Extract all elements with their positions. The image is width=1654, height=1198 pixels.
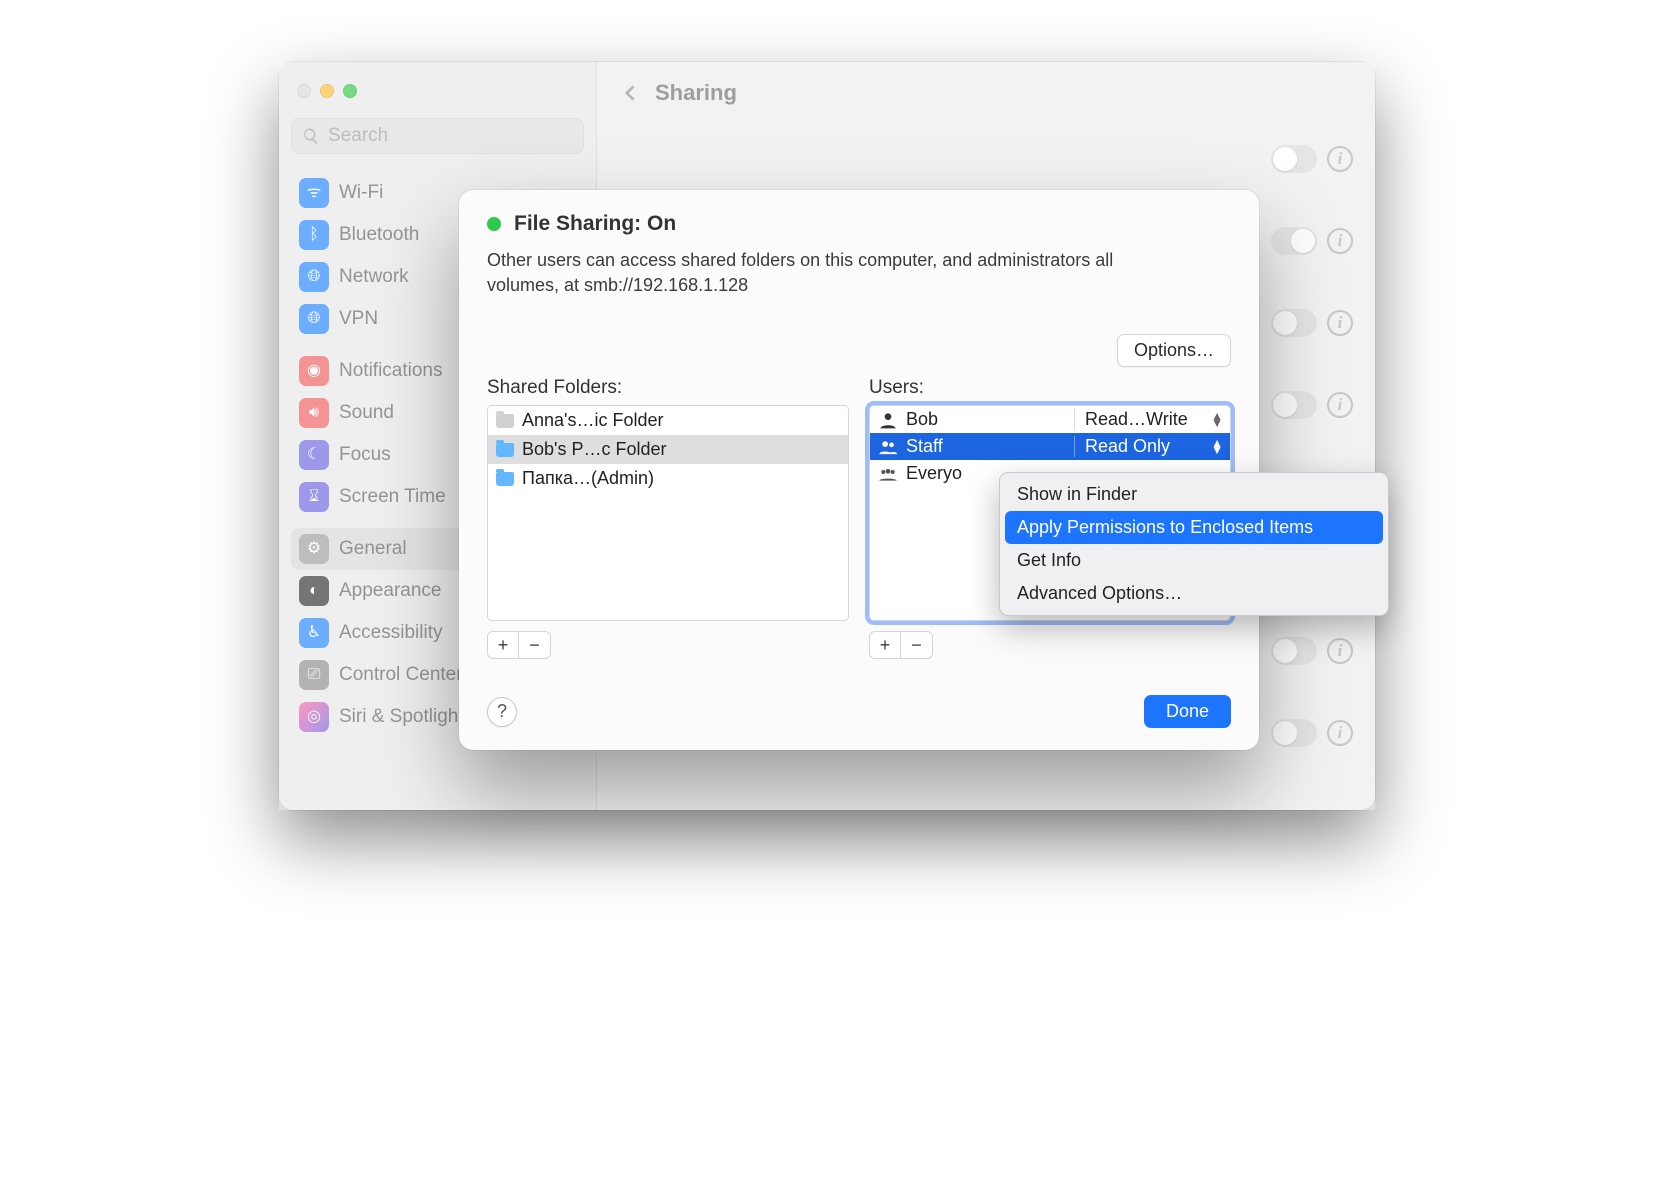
sidebar-item-label: Wi-Fi [339,181,383,206]
file-sharing-sheet: File Sharing: On Other users can access … [459,190,1259,750]
folder-add-remove: + − [487,631,849,659]
page-title: Sharing [655,80,737,106]
folder-row[interactable]: Anna's…ic Folder [488,406,848,435]
back-icon[interactable] [621,83,641,103]
menu-item-show-in-finder[interactable]: Show in Finder [1005,478,1383,511]
sidebar-item-label: Appearance [339,579,441,604]
folder-icon [496,443,514,457]
permission-dropdown[interactable]: Read Only ▲▼ [1074,436,1222,457]
add-user-button[interactable]: + [869,631,901,659]
toggle[interactable] [1271,309,1317,337]
user-add-remove: + − [869,631,1231,659]
permission-dropdown[interactable]: Read…Write ▲▼ [1074,409,1222,430]
folder-name: Anna's…ic Folder [522,410,664,431]
user-row[interactable]: Bob Read…Write ▲▼ [870,406,1230,433]
sidebar-item-label: Notifications [339,359,443,384]
bluetooth-icon: ᛒ [299,220,329,250]
info-button[interactable]: i [1327,392,1353,418]
toggle[interactable] [1271,227,1317,255]
sidebar-item-label: Control Center [339,663,463,688]
bell-icon: ◉ [299,356,329,386]
user-name: Staff [906,436,943,457]
siri-icon: ◎ [299,702,329,732]
sheet-title-text: File Sharing: On [514,212,676,236]
sidebar-item-label: Network [339,265,409,290]
info-button[interactable]: i [1327,228,1353,254]
sidebar-item-label: Siri & Spotlight [339,705,464,730]
sidebar-item-label: Bluetooth [339,223,419,248]
user-name: Bob [906,409,938,430]
search-placeholder: Search [328,125,388,147]
remove-user-button[interactable]: − [901,631,933,659]
sidebar-item-label: Sound [339,401,394,426]
globe-icon: 🌐︎ [299,262,329,292]
chevron-up-down-icon: ▲▼ [1211,413,1222,427]
remove-folder-button[interactable]: − [519,631,551,659]
service-row: i [619,118,1353,200]
toggle[interactable] [1271,391,1317,419]
toggle[interactable] [1271,145,1317,173]
permission-value: Read…Write [1085,409,1188,430]
folder-name: Bob's P…c Folder [522,439,667,460]
info-button[interactable]: i [1327,720,1353,746]
people-icon [878,438,898,456]
options-button[interactable]: Options… [1117,334,1231,367]
shared-folders-list[interactable]: Anna's…ic Folder Bob's P…c Folder Папка…… [487,405,849,621]
search-input[interactable]: Search [291,118,584,154]
sidebar-item-label: General [339,537,407,562]
zoom-window-button[interactable] [343,84,357,98]
context-menu: Show in Finder Apply Permissions to Encl… [999,472,1389,616]
folder-icon [496,414,514,428]
chevron-up-down-icon: ▲▼ [1211,440,1222,454]
menu-item-apply-permissions[interactable]: Apply Permissions to Enclosed Items [1005,511,1383,544]
status-dot-icon [487,217,501,231]
speaker-icon: 🔊︎ [299,398,329,428]
toggle[interactable] [1271,637,1317,665]
shared-folders-label: Shared Folders: [487,377,849,399]
user-name: Everyo [906,463,962,484]
search-icon [302,127,320,145]
hourglass-icon: ⌛︎ [299,482,329,512]
folder-row[interactable]: Папка…(Admin) [488,464,848,493]
menu-item-get-info[interactable]: Get Info [1005,544,1383,577]
folder-row[interactable]: Bob's P…c Folder [488,435,848,464]
info-button[interactable]: i [1327,310,1353,336]
menu-item-advanced-options[interactable]: Advanced Options… [1005,577,1383,610]
permission-value: Read Only [1085,436,1170,457]
done-button[interactable]: Done [1144,695,1231,728]
sheet-title: File Sharing: On [487,212,1231,236]
users-label: Users: [869,377,1231,399]
shared-folders-pane: Shared Folders: Anna's…ic Folder Bob's P… [487,377,849,659]
close-window-button[interactable] [297,84,311,98]
system-settings-window: Search ᯤ Wi-Fi ᛒ Bluetooth 🌐︎ Network 🌐︎ VPN… [279,62,1375,810]
wifi-icon: ᯤ [299,178,329,208]
people-icon [878,465,898,483]
folder-name: Папка…(Admin) [522,468,654,489]
gear-icon: ⚙︎ [299,534,329,564]
toggle[interactable] [1271,719,1317,747]
help-button[interactable]: ? [487,697,517,727]
traffic-lights [291,78,584,118]
folder-icon [496,472,514,486]
vpn-icon: 🌐︎ [299,304,329,334]
person-icon [878,411,898,429]
info-button[interactable]: i [1327,146,1353,172]
accessibility-icon: ♿︎ [299,618,329,648]
sheet-description: Other users can access shared folders on… [487,248,1177,298]
switches-icon: ⎚ [299,660,329,690]
minimize-window-button[interactable] [320,84,334,98]
sidebar-item-label: Screen Time [339,485,446,510]
contrast-icon: ◐ [299,576,329,606]
sidebar-item-label: Focus [339,443,391,468]
user-row[interactable]: Staff Read Only ▲▼ [870,433,1230,460]
sidebar-item-label: VPN [339,307,378,332]
info-button[interactable]: i [1327,638,1353,664]
moon-icon: ☾ [299,440,329,470]
header: Sharing [597,62,1375,118]
add-folder-button[interactable]: + [487,631,519,659]
sidebar-item-label: Accessibility [339,621,442,646]
